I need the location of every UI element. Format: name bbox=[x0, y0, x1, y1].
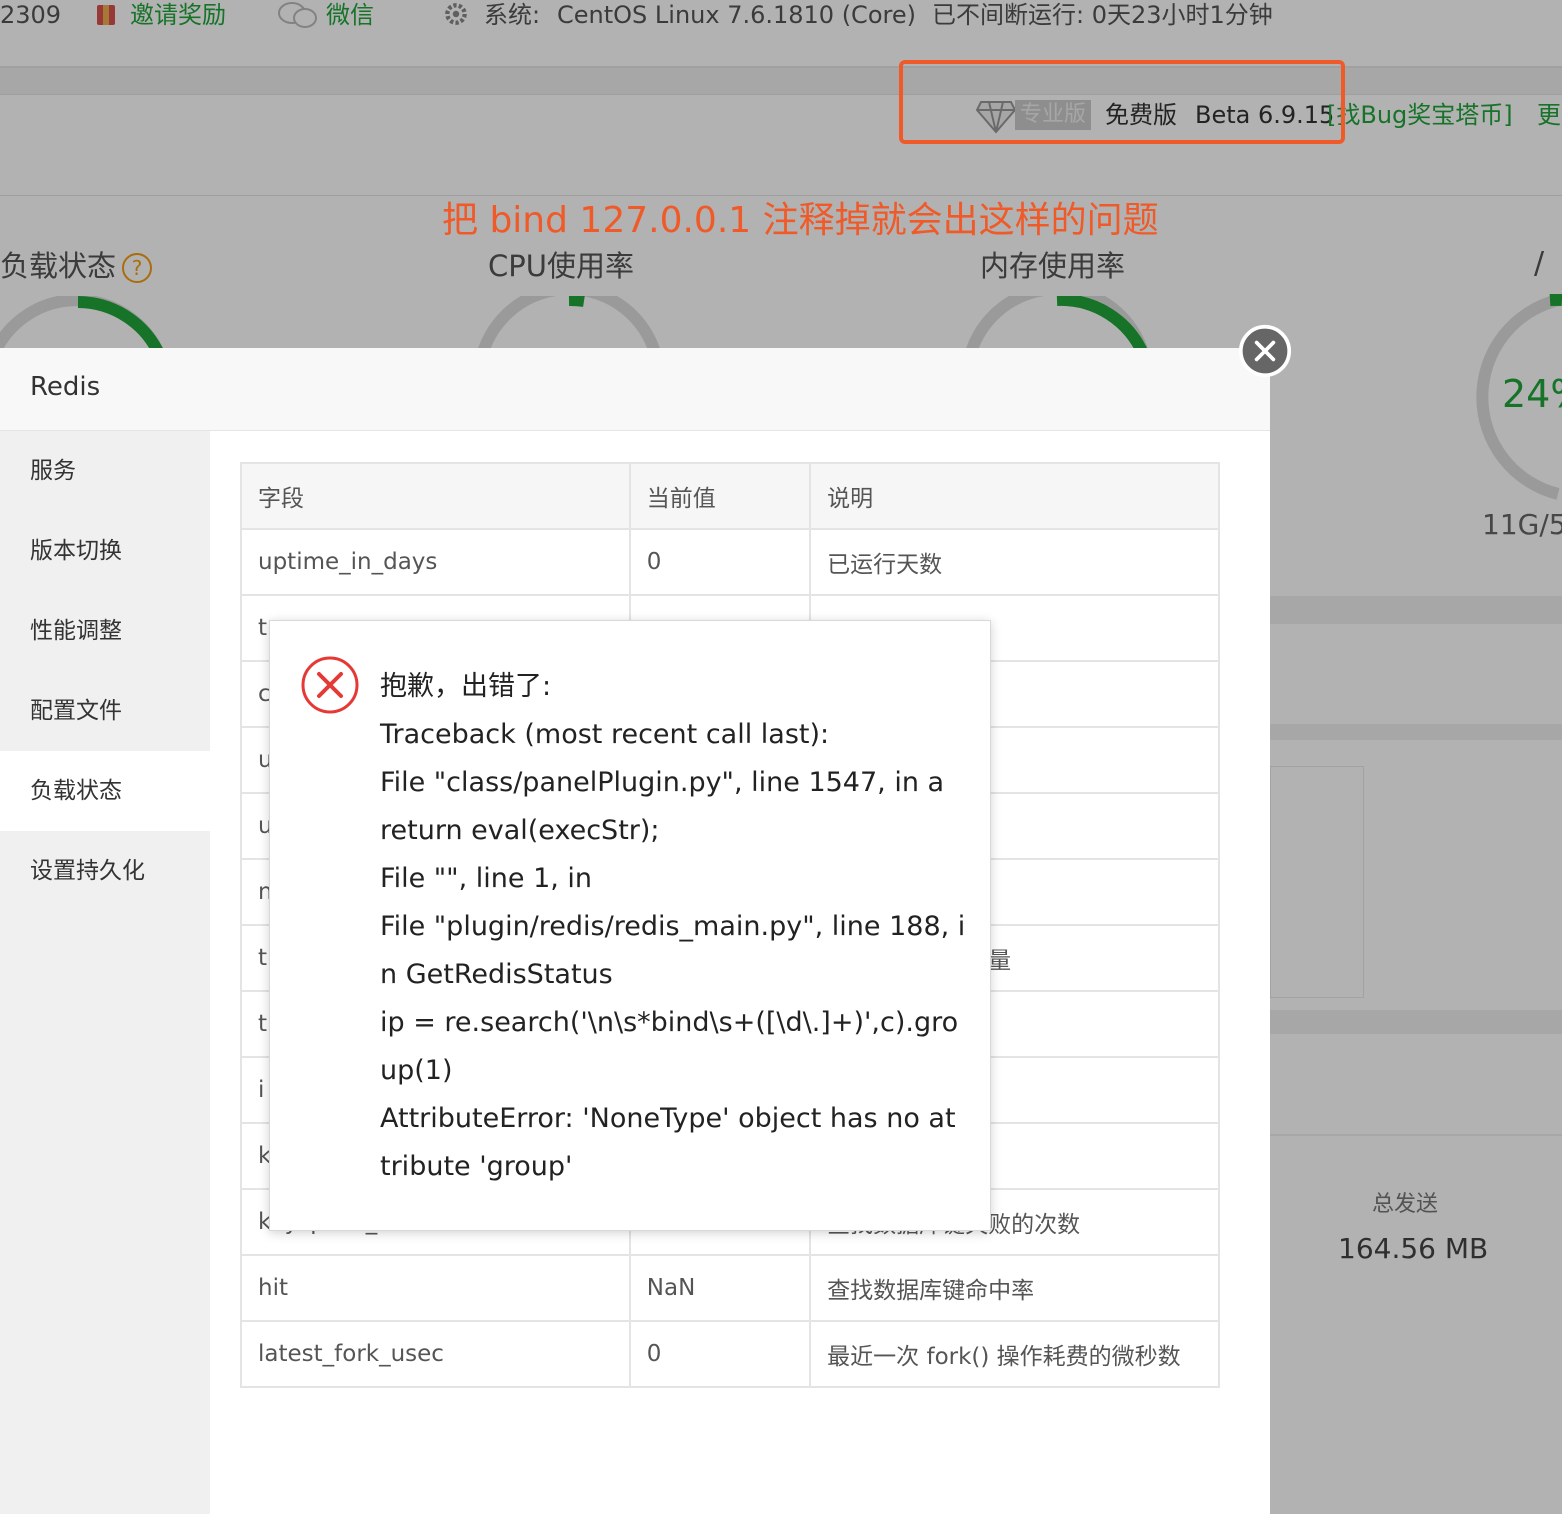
traceback-line: File "class/panelPlugin.py", line 1547, … bbox=[380, 767, 945, 798]
traceback-line: Traceback (most recent call last): bbox=[380, 719, 830, 750]
sidebar-item-version-switch[interactable]: 版本切换 bbox=[0, 511, 210, 591]
header-current-value: 当前值 bbox=[628, 462, 812, 530]
table-row: uptime_in_days 0 已运行天数 bbox=[240, 528, 1220, 596]
cell-value: 0 bbox=[628, 1320, 812, 1388]
cell-description: 已运行天数 bbox=[809, 528, 1220, 596]
table-header-row: 字段 当前值 说明 bbox=[240, 462, 1220, 530]
error-circle-icon bbox=[301, 656, 359, 714]
traceback-line: AttributeError: 'NoneType' object has no… bbox=[380, 1103, 956, 1134]
annotation-text: 把 bind 127.0.0.1 注释掉就会出这样的问题 bbox=[442, 200, 1159, 241]
traceback-line: File "plugin/redis/redis_main.py", line … bbox=[380, 911, 966, 942]
sidebar-item-performance[interactable]: 性能调整 bbox=[0, 591, 210, 671]
cell-field: latest_fork_usec bbox=[240, 1320, 631, 1388]
dialog-title-bar: Redis bbox=[0, 348, 1270, 431]
error-message: 抱歉，出错了: Traceback (most recent call last)… bbox=[380, 663, 966, 1191]
traceback-line: tribute 'group' bbox=[380, 1151, 573, 1182]
error-popup: 抱歉，出错了: Traceback (most recent call last)… bbox=[269, 620, 991, 1231]
cell-description: 最近一次 fork() 操作耗费的微秒数 bbox=[809, 1320, 1220, 1388]
dialog-title: Redis bbox=[30, 372, 101, 402]
table-row: latest_fork_usec 0 最近一次 fork() 操作耗费的微秒数 bbox=[240, 1320, 1220, 1388]
cell-field: uptime_in_days bbox=[240, 528, 631, 596]
dialog-sidebar: 服务 版本切换 性能调整 配置文件 负载状态 设置持久化 bbox=[0, 431, 210, 1514]
traceback-line: up(1) bbox=[380, 1055, 453, 1086]
cell-field: hit bbox=[240, 1254, 631, 1322]
error-title: 抱歉，出错了: bbox=[380, 671, 552, 702]
traceback-line: ip = re.search('\n\s*bind\s+([\d\.]+)',c… bbox=[380, 1007, 959, 1038]
traceback-line: return eval(execStr); bbox=[380, 815, 660, 846]
cell-value: 0 bbox=[628, 528, 812, 596]
traceback-line: n GetRedisStatus bbox=[380, 959, 613, 990]
cell-value: NaN bbox=[628, 1254, 812, 1322]
header-description: 说明 bbox=[809, 462, 1220, 530]
traceback-line: File "", line 1, in bbox=[380, 863, 593, 894]
cell-description: 查找数据库键命中率 bbox=[809, 1254, 1220, 1322]
header-field: 字段 bbox=[240, 462, 631, 530]
annotation-box bbox=[899, 60, 1345, 144]
table-row: hit NaN 查找数据库键命中率 bbox=[240, 1254, 1220, 1322]
sidebar-item-persistence[interactable]: 设置持久化 bbox=[0, 831, 210, 911]
close-icon[interactable] bbox=[1238, 324, 1292, 378]
sidebar-item-load-status[interactable]: 负载状态 bbox=[0, 751, 210, 831]
sidebar-item-service[interactable]: 服务 bbox=[0, 431, 210, 511]
sidebar-item-config-file[interactable]: 配置文件 bbox=[0, 671, 210, 751]
